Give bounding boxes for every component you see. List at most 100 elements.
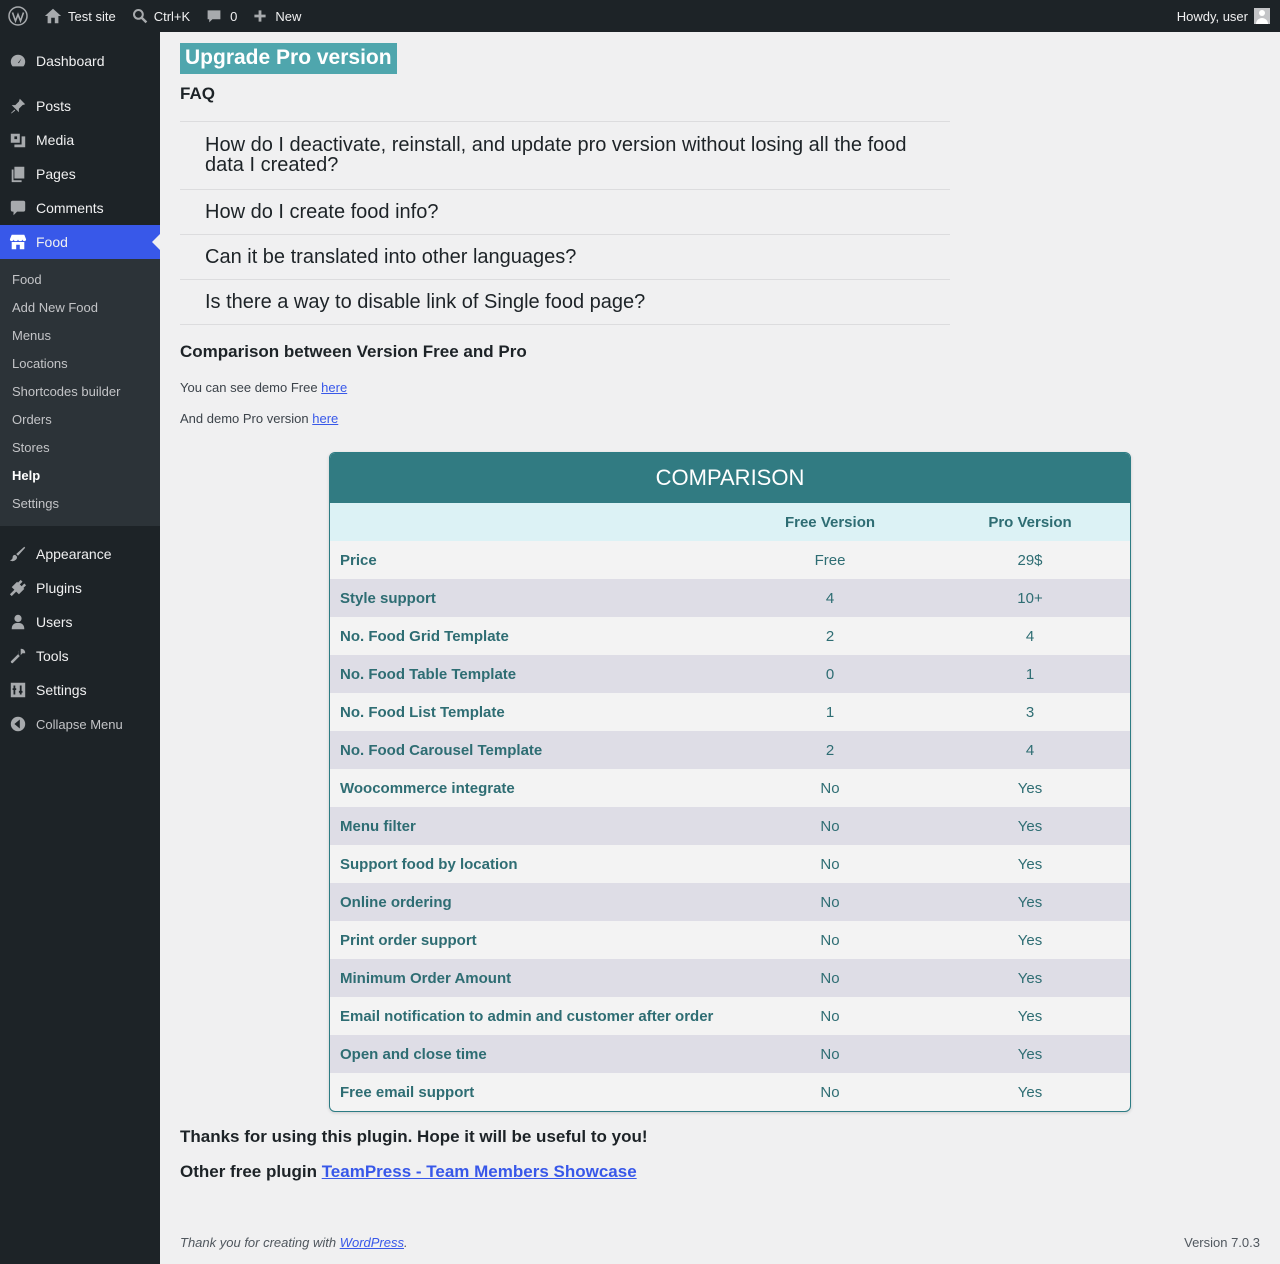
pro-value-cell: 1 [1025,665,1035,683]
submenu-food[interactable]: Food [0,266,160,294]
table-row: Free email support No Yes [330,1073,1130,1111]
table-row: Online ordering No Yes [330,883,1130,921]
header-free-version: Free Version [784,513,876,531]
footer-thanks-text: Thank you for creating with [180,1235,340,1250]
free-value-cell: No [820,1083,840,1101]
new-content-link[interactable]: New [245,0,309,32]
teampress-link[interactable]: TeamPress - Team Members Showcase [322,1162,637,1181]
menu-pages[interactable]: Pages [0,157,160,191]
pro-value-cell: 3 [1025,703,1035,721]
pro-value-cell: 4 [1025,627,1035,645]
free-value-cell: Free [814,551,846,569]
footer-period: . [404,1235,408,1250]
wordpress-link[interactable]: WordPress [340,1235,404,1250]
submenu-settings[interactable]: Settings [0,490,160,518]
menu-dashboard[interactable]: Dashboard [0,44,160,78]
feature-cell: Style support [340,589,436,607]
menu-tools[interactable]: Tools [0,639,160,673]
menu-plugins[interactable]: Plugins [0,571,160,605]
pro-value-cell: Yes [1017,855,1043,873]
admin-bar: Test site Ctrl+K 0 New Howdy, user [0,0,1280,32]
other-plugin-line: Other free plugin TeamPress - Team Membe… [180,1162,637,1182]
free-value-cell: 2 [825,627,835,645]
avatar [1254,8,1270,24]
media-icon [8,130,28,150]
site-name-link[interactable]: Test site [36,0,124,32]
free-value-cell: No [820,931,840,949]
submenu-help[interactable]: Help [0,462,160,490]
feature-cell: No. Food List Template [340,703,505,721]
menu-appearance[interactable]: Appearance [0,537,160,571]
new-label: New [275,8,302,24]
submenu-menus[interactable]: Menus [0,322,160,350]
collapse-menu-button[interactable]: Collapse Menu [0,707,160,741]
demo-pro-line: And demo Pro version here [180,411,1280,426]
feature-cell: Free email support [340,1083,475,1101]
pro-value-cell: 4 [1025,741,1035,759]
other-plugin-text: Other free plugin [180,1162,322,1181]
search-shortcut-label: Ctrl+K [153,8,191,24]
table-row: Open and close time No Yes [330,1035,1130,1073]
plus-icon [253,9,267,23]
food-submenu: Food Add New Food Menus Locations Shortc… [0,259,160,526]
pro-value-cell: Yes [1017,1083,1043,1101]
feature-cell: Support food by location [340,855,518,873]
demo-free-text: You can see demo Free [180,380,322,395]
faq-item[interactable]: Can it be translated into other language… [180,235,950,280]
upgrade-pro-title: Upgrade Pro version [180,43,397,74]
pro-value-cell: Yes [1017,779,1043,797]
search-shortcut[interactable]: Ctrl+K [124,0,198,32]
submenu-stores[interactable]: Stores [0,434,160,462]
comments-link[interactable]: 0 [198,0,245,32]
submenu-orders[interactable]: Orders [0,406,160,434]
menu-food[interactable]: Food [0,225,160,259]
menu-comments[interactable]: Comments [0,191,160,225]
menu-users[interactable]: Users [0,605,160,639]
comparison-table-header: Free Version Pro Version [330,503,1130,541]
footer-thanks: Thank you for creating with WordPress. [180,1235,408,1250]
my-account[interactable]: Howdy, user [1177,8,1280,24]
menu-label: Appearance [36,546,112,562]
home-icon [44,7,62,25]
submenu-locations[interactable]: Locations [0,350,160,378]
faq-item[interactable]: How do I deactivate, reinstall, and upda… [180,122,950,190]
howdy-label: Howdy, user [1176,8,1248,24]
menu-posts[interactable]: Posts [0,89,160,123]
faq-item[interactable]: Is there a way to disable link of Single… [180,280,950,325]
faq-item[interactable]: How do I create food info? [180,190,950,235]
pro-value-cell: 10+ [1017,589,1043,607]
pages-icon [8,164,28,184]
plug-icon [8,578,28,598]
demo-pro-link[interactable]: here [312,411,338,426]
feature-cell: Woocommerce integrate [340,779,515,797]
menu-label: Settings [36,682,87,698]
feature-cell: Price [340,551,377,569]
demo-free-line: You can see demo Free here [180,380,1280,395]
pro-value-cell: Yes [1017,969,1043,987]
comparison-table: COMPARISON Free Version Pro Version Pric… [329,452,1131,1112]
wordpress-logo-icon[interactable] [0,0,36,32]
free-value-cell: No [820,969,840,987]
menu-media[interactable]: Media [0,123,160,157]
free-value-cell: 2 [825,741,835,759]
menu-settings[interactable]: Settings [0,673,160,707]
footer-version: Version 7.0.3 [1184,1235,1260,1250]
header-pro-version: Pro Version [988,513,1072,531]
demo-pro-text: And demo Pro version [180,411,313,426]
brush-icon [8,544,28,564]
table-row: No. Food List Template 1 3 [330,693,1130,731]
submenu-shortcodes-builder[interactable]: Shortcodes builder [0,378,160,406]
faq-list: How do I deactivate, reinstall, and upda… [180,121,950,325]
demo-free-link[interactable]: here [321,380,347,395]
settings-icon [8,680,28,700]
pro-value-cell: Yes [1017,1045,1043,1063]
table-row: Price Free 29$ [330,541,1130,579]
pro-value-cell: Yes [1017,931,1043,949]
admin-sidebar: Dashboard Posts Media Pages Comments Foo… [0,32,160,1264]
free-value-cell: No [820,855,840,873]
search-icon [132,8,148,24]
submenu-add-new-food[interactable]: Add New Food [0,294,160,322]
pro-value-cell: 29$ [1017,551,1043,569]
comparison-heading: Comparison between Version Free and Pro [180,342,527,361]
menu-label: Comments [36,200,104,216]
